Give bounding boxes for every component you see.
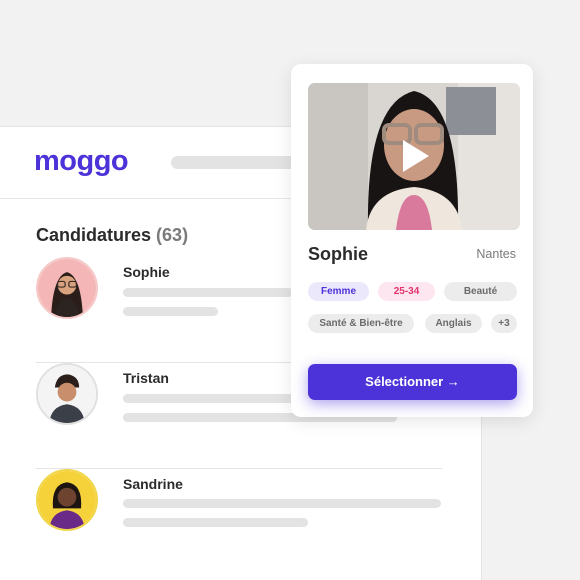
tag-more[interactable]: +3 [491, 314, 517, 333]
page-title: Candidatures (63) [36, 225, 188, 246]
select-button[interactable]: Sélectionner → [308, 364, 517, 400]
video-thumbnail[interactable] [308, 83, 520, 230]
profile-name: Sophie [308, 244, 369, 264]
candidate-info-placeholder [123, 499, 441, 508]
search-bar-placeholder [171, 156, 301, 169]
candidate-info-placeholder [123, 288, 293, 297]
avatar[interactable] [36, 363, 98, 425]
candidate-row[interactable]: Sandrine [36, 469, 442, 575]
play-icon[interactable] [308, 83, 520, 230]
tag-category: Santé & Bien-être [308, 314, 414, 333]
avatar[interactable] [36, 257, 98, 319]
candidate-profile-card: Sophie Nantes Femme 25-34 Beauté Santé &… [291, 64, 533, 417]
moggo-logo[interactable]: moggo [34, 145, 129, 178]
candidate-name[interactable]: Sophie [123, 264, 170, 280]
tag-gender: Femme [308, 282, 369, 301]
candidate-photo-icon [38, 259, 96, 317]
candidate-info-placeholder [123, 518, 308, 527]
tag-category: Beauté [444, 282, 517, 301]
candidate-photo-icon [38, 471, 96, 529]
candidate-info-placeholder [123, 307, 218, 316]
candidate-name[interactable]: Tristan [123, 370, 169, 386]
page-title-label: Candidatures [36, 225, 152, 245]
profile-city: Nantes [476, 247, 516, 261]
avatar[interactable] [36, 469, 98, 531]
tag-language: Anglais [425, 314, 482, 333]
candidate-photo-icon [38, 365, 96, 423]
tag-age: 25-34 [378, 282, 435, 301]
candidate-name[interactable]: Sandrine [123, 476, 183, 492]
applications-count: (63) [156, 225, 189, 245]
